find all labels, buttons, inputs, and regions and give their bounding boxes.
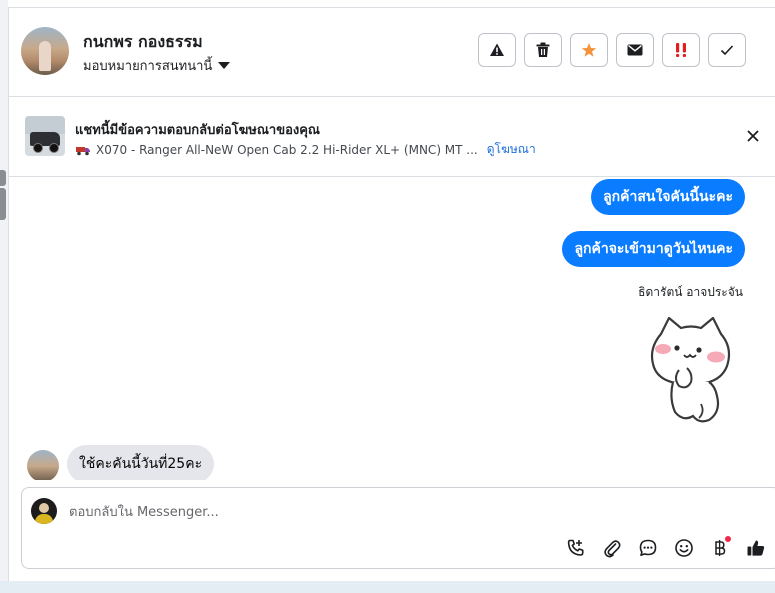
payment-button[interactable] xyxy=(707,536,733,560)
trash-icon xyxy=(536,42,550,57)
contact-avatar[interactable] xyxy=(21,27,69,75)
phone-plus-icon xyxy=(567,539,584,556)
composer-tools xyxy=(563,536,769,560)
notification-dot xyxy=(725,536,731,542)
cat-sticker[interactable] xyxy=(643,312,739,424)
smiley-icon xyxy=(675,539,693,557)
incoming-message[interactable]: ใช้คะคันนี้วันที่25คะ xyxy=(67,445,215,480)
message-thread[interactable]: ลูกค้าสนใจคันนี้นะคะ ลูกค้าจะเข้ามาดูวัน… xyxy=(9,177,775,480)
reply-input[interactable] xyxy=(69,501,469,523)
assign-conversation-dropdown[interactable]: มอบหมายการสนทนานี้ xyxy=(83,55,231,76)
bottom-strip xyxy=(0,581,775,593)
warning-icon xyxy=(490,43,504,56)
top-divider xyxy=(8,0,775,8)
contact-avatar-small[interactable] xyxy=(27,450,59,480)
ad-reply-banner: แชทนี้มีข้อความตอบกลับต่อโฆษณาของคุณ X07… xyxy=(9,97,775,177)
view-ad-link[interactable]: ดูโฆษณา xyxy=(487,140,536,159)
thumbs-up-icon xyxy=(747,540,765,556)
mark-done-button[interactable] xyxy=(708,33,746,67)
reply-composer xyxy=(21,487,775,569)
truck-icon xyxy=(76,146,90,155)
conversation-header: กนกพร กองธรรม มอบหมายการสนทนานี้ xyxy=(9,8,775,97)
ad-banner-title: แชทนี้มีข้อความตอบกลับต่อโฆษณาของคุณ xyxy=(75,123,320,138)
close-icon xyxy=(747,130,759,142)
chat-bubble-icon xyxy=(639,539,657,556)
outgoing-message[interactable]: ลูกค้าสนใจคันนี้นะคะ xyxy=(591,179,745,215)
ad-banner-subtitle: X070 - Ranger All-NeW Open Cab 2.2 Hi-Ri… xyxy=(75,140,536,159)
like-button[interactable] xyxy=(743,536,769,560)
conversation-actions xyxy=(478,33,746,67)
outgoing-message[interactable]: ลูกค้าจะเข้ามาดูวันไหนคะ xyxy=(562,231,745,267)
double-exclamation-icon xyxy=(676,43,686,57)
star-button[interactable] xyxy=(570,33,608,67)
left-scroll-rail xyxy=(0,0,9,593)
delete-button[interactable] xyxy=(524,33,562,67)
ad-name: X070 - Ranger All-NeW Open Cab 2.2 Hi-Ri… xyxy=(96,142,478,157)
attach-file-button[interactable] xyxy=(599,536,625,560)
contact-name: กนกพร กองธรรม xyxy=(83,32,203,51)
mark-unread-button[interactable] xyxy=(616,33,654,67)
rail-handle-top[interactable] xyxy=(0,170,6,186)
star-icon xyxy=(581,43,597,57)
paperclip-icon xyxy=(604,540,621,558)
assign-label: มอบหมายการสนทนานี้ xyxy=(83,59,213,74)
emoji-button[interactable] xyxy=(671,536,697,560)
page-avatar xyxy=(31,498,57,524)
saved-replies-button[interactable] xyxy=(635,536,661,560)
sender-name: ธิดารัตน์ อาจประจัน xyxy=(638,285,743,299)
caret-down-icon xyxy=(218,62,231,69)
close-banner-button[interactable] xyxy=(743,126,763,146)
check-icon xyxy=(720,45,734,56)
report-spam-button[interactable] xyxy=(478,33,516,67)
ad-thumbnail[interactable] xyxy=(25,116,65,156)
rail-handle[interactable] xyxy=(0,188,6,220)
envelope-icon xyxy=(627,44,643,56)
follow-up-button[interactable] xyxy=(662,33,700,67)
call-button[interactable] xyxy=(563,536,589,560)
